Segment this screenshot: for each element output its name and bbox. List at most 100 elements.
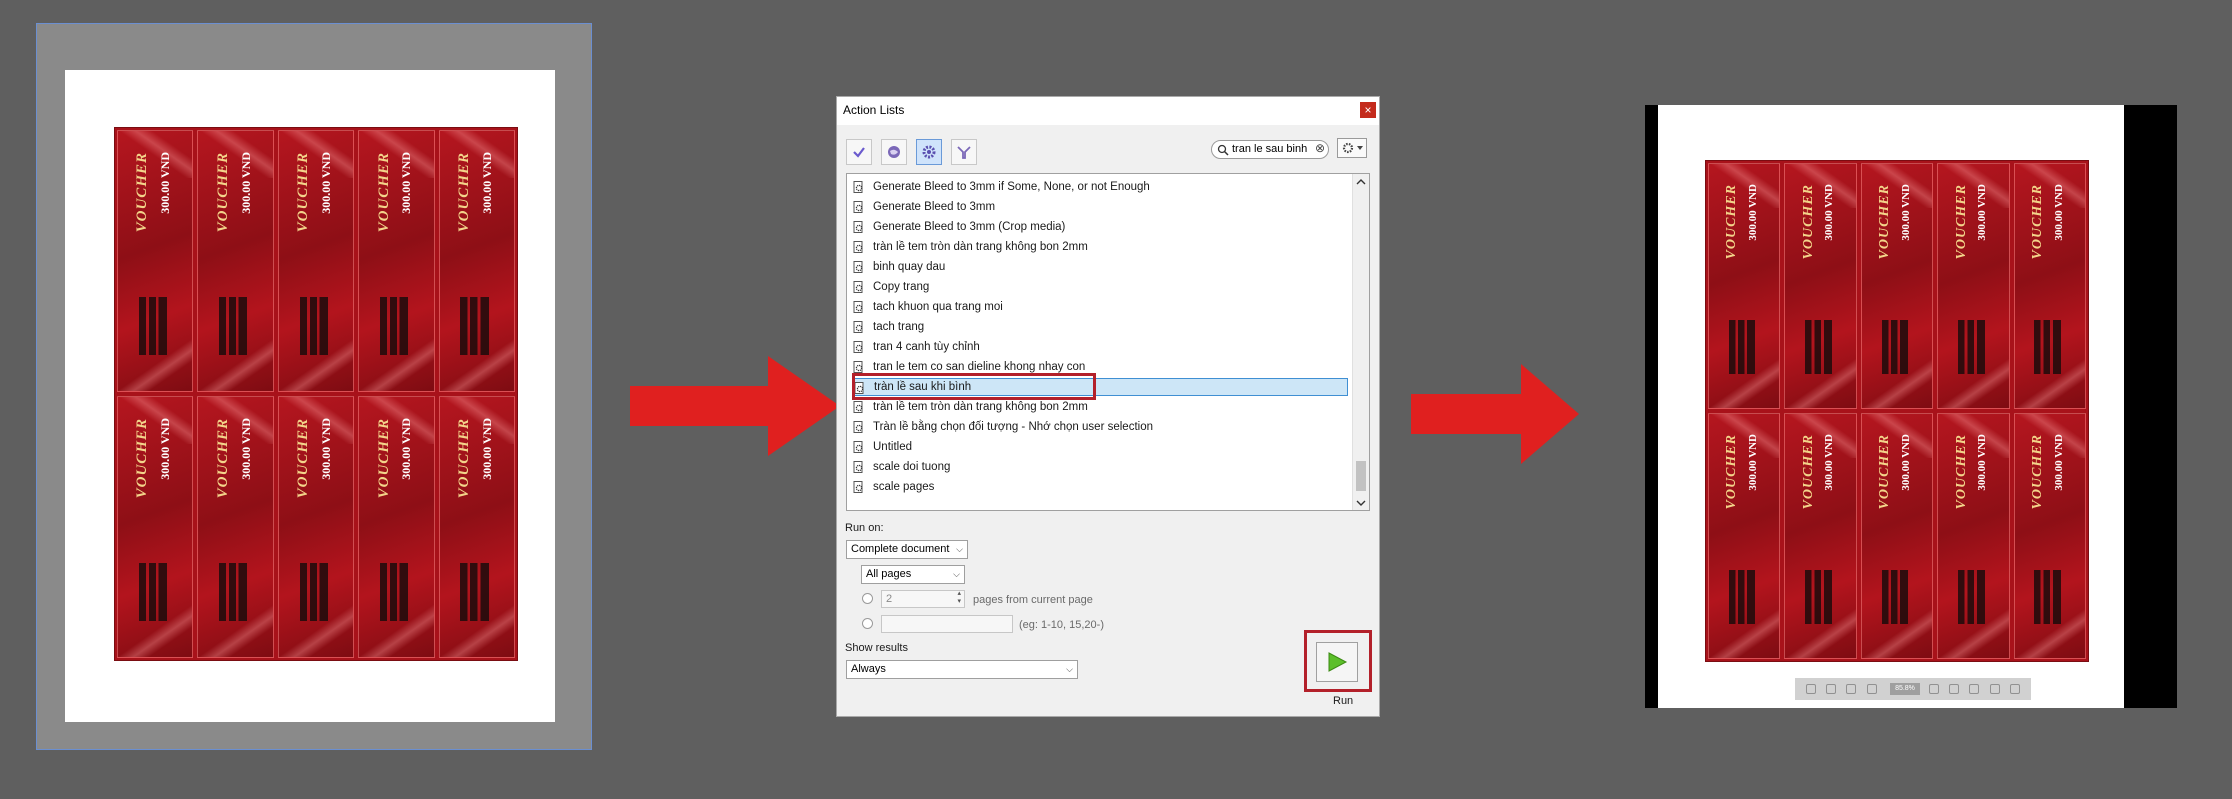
voucher-card: VOUCHER 300.00 VND — [438, 396, 515, 658]
action-list-item[interactable]: Generate Bleed to 3mm — [852, 198, 1348, 216]
action-list-item[interactable]: Copy trang — [852, 278, 1348, 296]
left-document-preview: VOUCHER 300.00 VND VOUCHER 300.00 VND VOUCHE… — [36, 23, 592, 750]
voucher-amount-text: 300.00 VND — [1747, 183, 1759, 241]
action-lists-dialog: Action Lists × ⊗ Generate Bleed to 3mm i… — [836, 96, 1380, 717]
scroll-up-icon[interactable] — [1356, 178, 1366, 186]
fit-width-icon[interactable] — [1949, 684, 1960, 694]
play-icon — [1328, 652, 1348, 672]
voucher-logo — [1881, 570, 1909, 624]
title-bar: Action Lists × — [837, 97, 1379, 125]
search-input[interactable] — [1232, 143, 1312, 155]
action-list-item[interactable]: scale pages — [852, 478, 1348, 496]
pages-from-current-radio[interactable] — [862, 593, 873, 604]
run-on-value: Complete document — [851, 543, 950, 555]
voucher-brand-text: VOUCHER — [375, 417, 392, 499]
left-page: VOUCHER 300.00 VND VOUCHER 300.00 VND VOUCHE… — [65, 70, 555, 722]
filter-icon-button[interactable] — [951, 139, 977, 165]
voucher-card: VOUCHER 300.00 VND — [2013, 413, 2086, 659]
action-file-icon — [853, 301, 863, 313]
gear-icon-button[interactable] — [916, 139, 942, 165]
voucher-logo — [1805, 570, 1832, 624]
voucher-card: VOUCHER 300.00 VND — [1708, 163, 1781, 409]
voucher-card: VOUCHER 300.00 VND — [1708, 413, 1781, 659]
arrow-right-icon — [1411, 364, 1579, 464]
voucher-logo — [219, 297, 248, 355]
voucher-brand-text: VOUCHER — [134, 151, 151, 233]
action-list-item[interactable]: scale doi tuong — [852, 458, 1348, 476]
voucher-card: VOUCHER 300.00 VND — [1860, 413, 1934, 659]
voucher-amount-text: 300.00 VND — [318, 151, 333, 214]
voucher-card: VOUCHER 300.00 VND — [1784, 163, 1857, 409]
run-on-select[interactable]: Complete document ⌵ — [846, 540, 968, 559]
pages-from-label: pages from current page — [973, 594, 1093, 606]
page-view-icon[interactable] — [1969, 684, 1980, 694]
voucher-logo — [380, 297, 409, 355]
action-list-item[interactable]: binh quay dau — [852, 258, 1348, 276]
voucher-logo — [299, 563, 328, 621]
list-scrollbar[interactable] — [1352, 174, 1369, 510]
action-list-item-label: Generate Bleed to 3mm if Some, None, or … — [873, 181, 1150, 193]
page-range-radio[interactable] — [862, 618, 873, 629]
action-list: Generate Bleed to 3mm if Some, None, or … — [846, 173, 1370, 511]
action-list-item[interactable]: tach khuon qua trang moi — [852, 298, 1348, 316]
action-list-item[interactable]: tràn lề tem tròn dàn trang không bon 2mm — [852, 238, 1348, 256]
pages-select[interactable]: All pages ⌵ — [861, 565, 965, 584]
voucher-sheet-with-bleed: VOUCHER 300.00 VND VOUCHER 300.00 VND VOUCHE… — [1706, 161, 2088, 661]
action-file-icon — [853, 361, 863, 373]
voucher-brand-text: VOUCHER — [295, 417, 312, 499]
globe-icon-button[interactable] — [881, 139, 907, 165]
action-file-icon — [853, 481, 863, 493]
action-list-item-label: scale doi tuong — [873, 461, 951, 473]
zoom-in-icon[interactable] — [1866, 684, 1877, 694]
action-file-icon — [853, 181, 863, 193]
action-list-item-label: tràn lề tem tròn dàn trang không bon 2mm — [873, 401, 1088, 413]
arrow-right-icon — [630, 356, 840, 456]
hand-tool-icon[interactable] — [1826, 684, 1837, 694]
voucher-logo — [380, 563, 409, 621]
select-tool-icon[interactable] — [1806, 684, 1817, 694]
show-results-select[interactable]: Always ⌵ — [846, 660, 1078, 679]
scroll-down-icon[interactable] — [1356, 499, 1366, 507]
selection-highlight-outline — [852, 373, 1096, 400]
voucher-amount-text: 300.00 VND — [479, 151, 494, 214]
action-list-item-label: tran 4 canh tùy chỉnh — [873, 341, 980, 353]
scroll-thumb[interactable] — [1356, 461, 1366, 491]
crop-icon[interactable] — [2009, 684, 2020, 694]
action-list-item-label: tach trang — [873, 321, 925, 333]
voucher-amount-text: 300.00 VND — [1823, 433, 1836, 491]
voucher-amount-text: 300.00 VND — [1899, 433, 1912, 491]
settings-dropdown-button[interactable] — [1337, 138, 1367, 158]
action-list-item[interactable]: Untitled — [852, 438, 1348, 456]
action-list-item[interactable]: Tràn lề bằng chọn đối tượng - Nhớ chọn u… — [852, 418, 1348, 436]
action-file-icon — [853, 261, 863, 273]
run-button[interactable] — [1316, 642, 1358, 682]
check-icon-button[interactable] — [846, 139, 872, 165]
page-toolbar: 85.8% — [1795, 678, 2031, 700]
clear-search-icon[interactable]: ⊗ — [1315, 141, 1325, 155]
voucher-logo — [2034, 570, 2062, 624]
fit-page-icon[interactable] — [1929, 684, 1940, 694]
voucher-brand-text: VOUCHER — [1877, 433, 1893, 509]
voucher-brand-text: VOUCHER — [2030, 183, 2046, 259]
action-list-item[interactable]: Generate Bleed to 3mm if Some, None, or … — [852, 178, 1348, 196]
action-list-item[interactable]: Generate Bleed to 3mm (Crop media) — [852, 218, 1348, 236]
page-range-input[interactable] — [881, 615, 1013, 633]
chevron-down-icon: ⌵ — [953, 569, 960, 579]
filter-icon — [957, 146, 971, 159]
full-screen-icon[interactable] — [1989, 684, 2000, 694]
action-file-icon — [853, 221, 863, 233]
zoom-level[interactable]: 85.8% — [1890, 683, 1920, 695]
voucher-brand-text: VOUCHER — [1800, 183, 1816, 259]
action-list-item[interactable]: tach trang — [852, 318, 1348, 336]
zoom-out-icon[interactable] — [1846, 684, 1857, 694]
close-button[interactable]: × — [1360, 102, 1376, 118]
action-list-item-label: Generate Bleed to 3mm (Crop media) — [873, 221, 1066, 233]
action-list-item-label: Copy trang — [873, 281, 930, 293]
right-document-preview: VOUCHER 300.00 VND VOUCHER 300.00 VND VOUCHE… — [1645, 105, 2177, 708]
action-list-item[interactable]: tràn lề tem tròn dàn trang không bon 2mm — [852, 398, 1348, 416]
action-list-item[interactable]: tran 4 canh tùy chỉnh — [852, 338, 1348, 356]
search-box[interactable]: ⊗ — [1211, 140, 1329, 159]
stepper-arrows-icon[interactable]: ▴ ▾ — [957, 590, 961, 606]
voucher-amount-text: 300.00 VND — [479, 417, 494, 480]
pages-count-stepper[interactable]: 2 ▴ ▾ — [881, 590, 965, 608]
